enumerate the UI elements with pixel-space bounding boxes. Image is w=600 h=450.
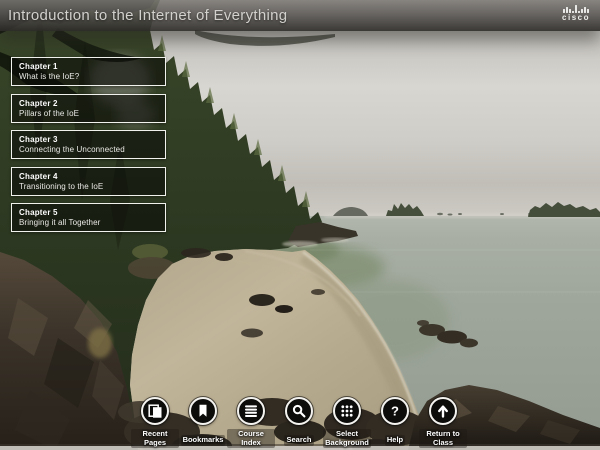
search-icon[interactable]: [285, 397, 313, 425]
toolbar-button-label: Course Index: [227, 429, 275, 450]
bottom-toolbar: Recent Pages Bookmarks Course Index: [131, 397, 467, 450]
chapter-menu: Chapter 1 What is the IoE? Chapter 2 Pil…: [11, 57, 166, 232]
chapter-item-1[interactable]: Chapter 1 What is the IoE?: [11, 57, 166, 86]
toolbar-button-label: Search: [284, 429, 313, 447]
toolbar-button-label: Select Background: [323, 429, 371, 450]
course-home-screen: Introduction to the Internet of Everythi…: [0, 0, 600, 450]
chapter-title: Connecting the Unconnected: [19, 145, 158, 155]
header-bar: Introduction to the Internet of Everythi…: [0, 0, 600, 31]
cisco-logo-text: cisco: [562, 14, 590, 22]
chapter-item-4[interactable]: Chapter 4 Transitioning to the IoE: [11, 167, 166, 196]
chapter-label: Chapter 2: [19, 98, 158, 109]
chapter-title: Transitioning to the IoE: [19, 182, 158, 192]
toolbar-button-label: Recent Pages: [131, 429, 179, 450]
help-button[interactable]: ? Help: [371, 397, 419, 450]
bookmarks-icon[interactable]: [189, 397, 217, 425]
chapter-item-5[interactable]: Chapter 5 Bringing it all Together: [11, 203, 166, 232]
chapter-item-3[interactable]: Chapter 3 Connecting the Unconnected: [11, 130, 166, 159]
search-button[interactable]: Search: [275, 397, 323, 450]
bookmarks-button[interactable]: Bookmarks: [179, 397, 227, 450]
page-title: Introduction to the Internet of Everythi…: [8, 7, 287, 24]
recent-pages-icon[interactable]: [141, 397, 169, 425]
chapter-title: What is the IoE?: [19, 72, 158, 82]
help-icon[interactable]: ?: [381, 397, 409, 425]
chapter-label: Chapter 3: [19, 134, 158, 145]
chapter-title: Bringing it all Together: [19, 218, 158, 228]
cisco-logo: cisco: [562, 4, 590, 22]
select-background-icon[interactable]: [333, 397, 361, 425]
toolbar-button-label: Return to Class: [419, 429, 467, 450]
chapter-label: Chapter 5: [19, 207, 158, 218]
toolbar-button-label: Help: [385, 429, 405, 447]
select-background-button[interactable]: Select Background: [323, 397, 371, 450]
recent-pages-button[interactable]: Recent Pages: [131, 397, 179, 450]
svg-text:?: ?: [391, 404, 399, 419]
chapter-title: Pillars of the IoE: [19, 109, 158, 119]
return-to-class-button[interactable]: Return to Class: [419, 397, 467, 450]
return-to-class-icon[interactable]: [429, 397, 457, 425]
chapter-label: Chapter 4: [19, 171, 158, 182]
cisco-logo-bars-icon: [563, 4, 589, 13]
course-index-icon[interactable]: [237, 397, 265, 425]
toolbar-button-label: Bookmarks: [181, 429, 226, 447]
chapter-label: Chapter 1: [19, 61, 158, 72]
chapter-item-2[interactable]: Chapter 2 Pillars of the IoE: [11, 94, 166, 123]
course-index-button[interactable]: Course Index: [227, 397, 275, 450]
